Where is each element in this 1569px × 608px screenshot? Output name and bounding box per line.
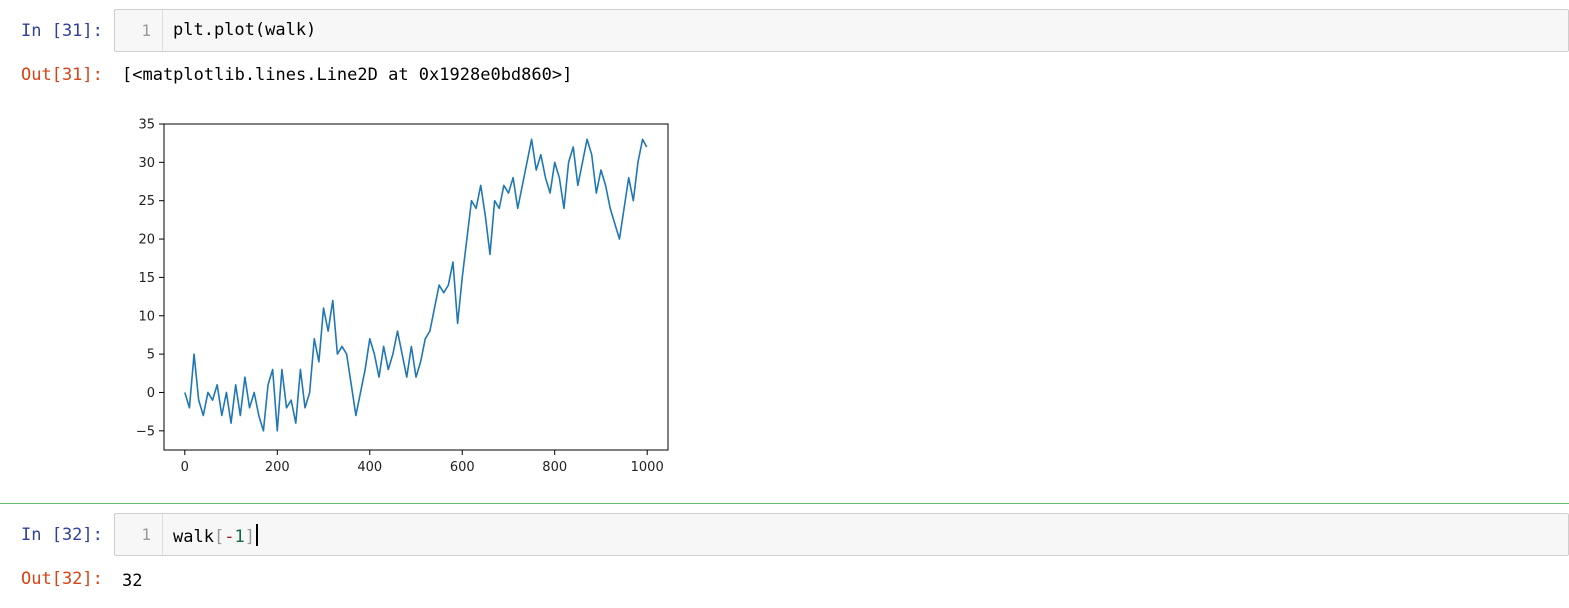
code-cell-31[interactable]: In [31]: 1 plt.plot(walk) Out[31]: [<mat… xyxy=(0,0,1569,500)
y-tick-label: 35 xyxy=(138,118,155,133)
code-number: 1 xyxy=(234,527,245,547)
code-cell-32[interactable]: In [32]: 1 walk[-1] Out[32]: 32 xyxy=(0,505,1569,608)
y-tick-label: −5 xyxy=(136,424,155,439)
x-tick-label: 600 xyxy=(450,460,475,475)
x-tick-label: 400 xyxy=(357,460,382,475)
y-tick-label: 30 xyxy=(138,156,155,171)
code-bracket-close: ] xyxy=(244,527,255,547)
y-tick-label: 25 xyxy=(138,194,155,209)
output-prompt: Out[32]: xyxy=(21,569,103,589)
plot-frame xyxy=(163,123,669,451)
x-tick-label: 1000 xyxy=(631,460,664,475)
y-tick-label: 20 xyxy=(138,233,155,248)
code-input-area[interactable]: 1 plt.plot(walk) xyxy=(114,9,1569,52)
code-identifier: walk xyxy=(173,527,214,547)
selected-cell-border xyxy=(0,503,1569,504)
input-prompt: In [32]: xyxy=(21,525,103,545)
text-cursor xyxy=(255,524,258,546)
output-prompt: Out[31]: xyxy=(21,65,103,85)
y-tick-label: 10 xyxy=(138,309,155,324)
line-number: 1 xyxy=(141,525,151,544)
y-tick-label: 5 xyxy=(147,348,155,363)
y-tick-label: 15 xyxy=(138,271,155,286)
x-tick-label: 0 xyxy=(181,460,189,475)
x-tick-label: 800 xyxy=(542,460,567,475)
output-text: [<matplotlib.lines.Line2D at 0x1928e0bd8… xyxy=(122,65,573,85)
x-tick-label: 200 xyxy=(265,460,290,475)
code-operator: - xyxy=(224,527,235,547)
line-plot: 0 200 400 600 800 1000 −5 0 5 10 15 20 25 30 35 xyxy=(136,118,669,475)
code-text[interactable]: plt.plot(walk) xyxy=(173,20,316,40)
code-bracket-open: [ xyxy=(213,527,225,547)
output-text: 32 xyxy=(122,571,143,591)
line-number-gutter: 1 xyxy=(115,514,163,555)
line-number-gutter: 1 xyxy=(115,10,163,51)
series-line xyxy=(184,138,648,432)
code-text[interactable]: walk[-1] xyxy=(173,524,258,547)
line-number: 1 xyxy=(141,21,151,40)
y-tick-label: 0 xyxy=(147,386,155,401)
input-prompt: In [31]: xyxy=(21,21,103,41)
code-input-area[interactable]: 1 walk[-1] xyxy=(114,513,1569,556)
